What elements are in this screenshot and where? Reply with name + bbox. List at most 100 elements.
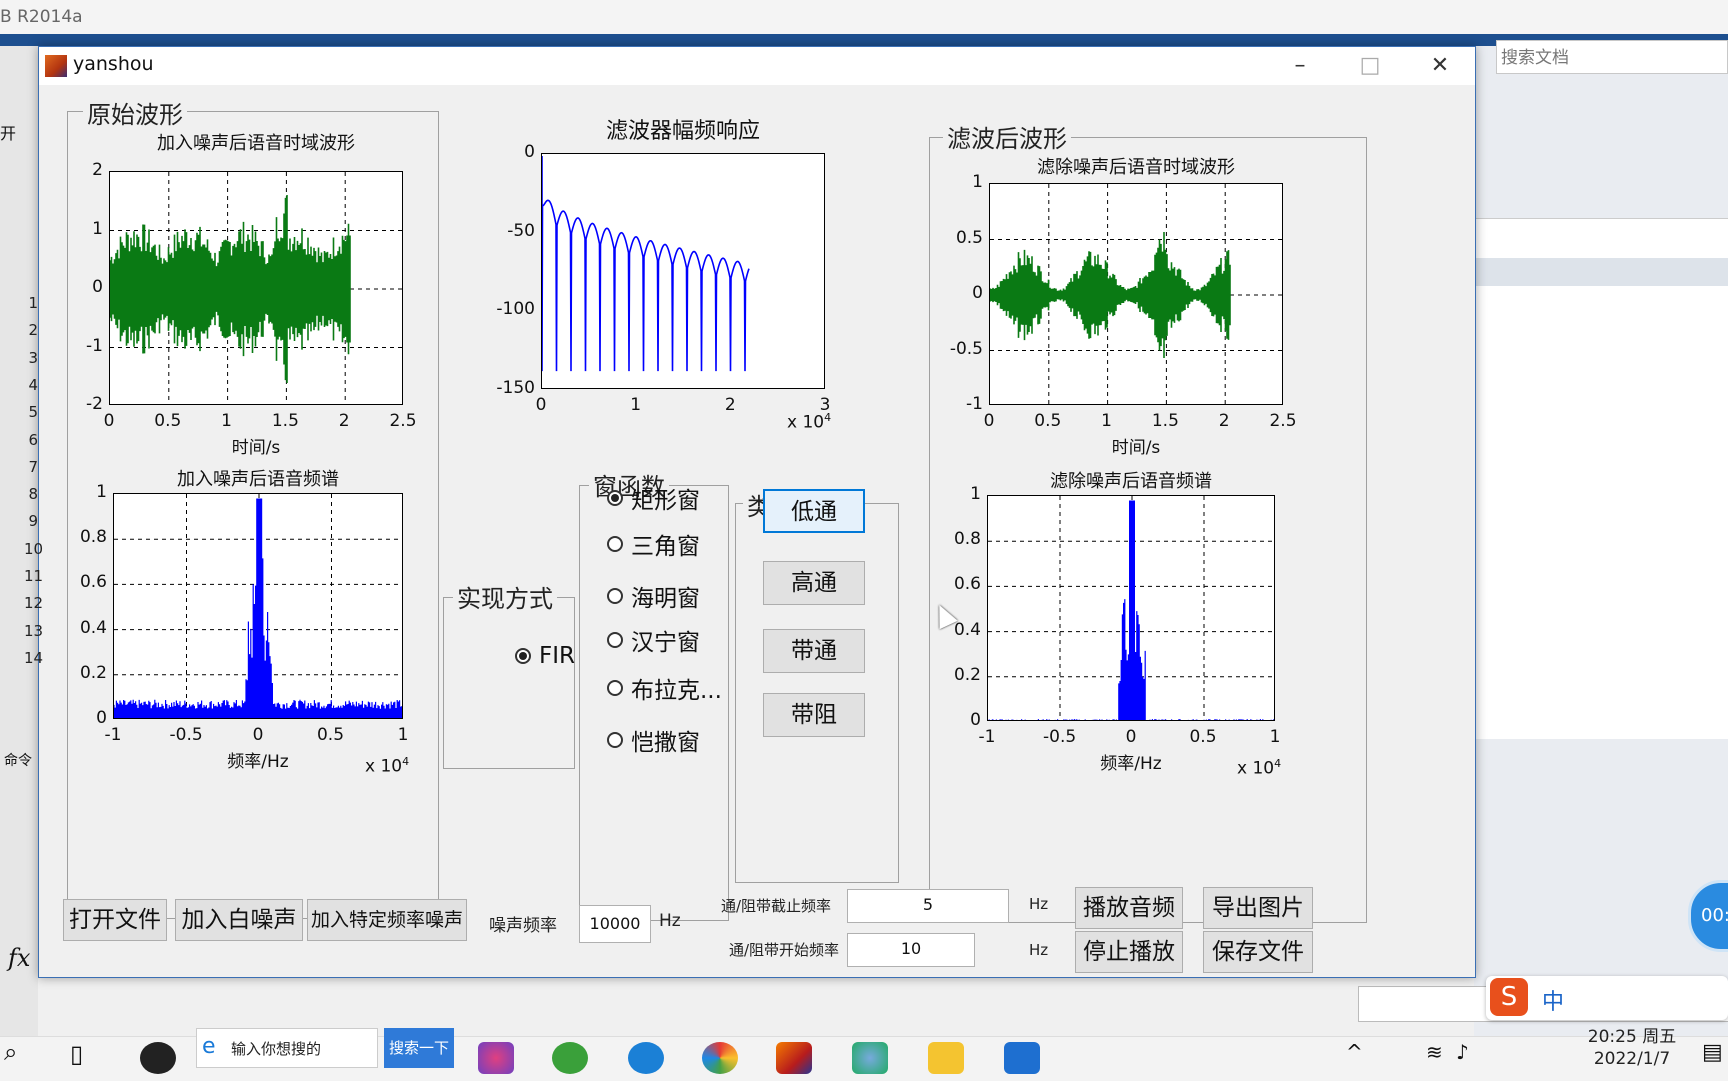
x-tick-label: -1 [978, 727, 996, 747]
x-tick-label: 2.5 [389, 411, 417, 431]
line-number: 13 [24, 621, 44, 640]
add-freq-noise-button[interactable]: 加入特定频率噪声 [307, 899, 467, 941]
x-tick-label: 0.5 [154, 411, 182, 431]
window-option[interactable]: 海明窗 [607, 579, 700, 613]
matlab-logo-icon [45, 55, 67, 77]
play-audio-button[interactable]: 播放音频 [1075, 887, 1183, 929]
ime-toolbar[interactable]: S 中 [1486, 976, 1728, 1020]
y-tick-label: 0.5 [955, 227, 983, 248]
save-file-button[interactable]: 保存文件 [1203, 931, 1313, 973]
chrome-icon[interactable] [702, 1042, 738, 1074]
line-number: 2 [28, 321, 38, 340]
browser-360-icon[interactable] [628, 1042, 664, 1074]
axes-title: 滤除噪声后语音时域波形 [1037, 157, 1235, 178]
plot-area [990, 184, 1282, 404]
start-input[interactable]: 10 [847, 933, 975, 967]
window-option[interactable]: 汉宁窗 [607, 623, 700, 657]
clock[interactable]: 20:25 周五 2022/1/7 [1572, 1026, 1692, 1070]
window-option-label: 汉宁窗 [631, 630, 700, 656]
line-number: 1 [28, 294, 38, 312]
notification-icon[interactable]: ▤ [1702, 1040, 1723, 1065]
x-exponent-power: 4 [1274, 757, 1282, 770]
radio-dot [607, 632, 623, 648]
x-tick-label: 0 [103, 411, 115, 431]
ime-mode[interactable]: 中 [1542, 984, 1564, 1016]
cutoff-unit: Hz [1029, 895, 1049, 913]
type-button[interactable]: 低通 [763, 489, 865, 533]
window-option[interactable]: 矩形窗 [607, 481, 700, 515]
start-unit: Hz [1029, 941, 1049, 959]
panel-filtered-title: 滤波后波形 [943, 119, 1071, 154]
sogou-icon[interactable]: S [1490, 978, 1528, 1016]
y-tick-label: 1 [96, 482, 107, 502]
y-tick-label: -150 [496, 378, 535, 398]
plot-area [114, 494, 402, 718]
volume-icon[interactable]: ♪ [1456, 1040, 1469, 1064]
fan-app-icon[interactable] [140, 1042, 176, 1074]
add-white-noise-button[interactable]: 加入白噪声 [175, 899, 303, 941]
x-tick-label: 0.5 [1189, 727, 1217, 747]
y-tick-label: 0 [972, 283, 983, 303]
line-number: 14 [24, 648, 44, 667]
clock-time: 20:25 周五 [1587, 1027, 1677, 1047]
panel-method-title: 实现方式 [453, 579, 557, 614]
x-tick-label: 2.5 [1269, 411, 1297, 431]
y-tick-label: 0 [524, 142, 535, 162]
data-series [542, 156, 750, 372]
x-tick-label: 1 [1101, 411, 1112, 431]
line-number: 10 [24, 539, 44, 558]
task-view-icon[interactable]: ▯ [70, 1040, 83, 1068]
maximize-button[interactable]: □ [1355, 51, 1385, 81]
window-option[interactable]: 恺撒窗 [607, 723, 700, 757]
fx-icon[interactable]: fx [8, 944, 30, 972]
line-number: 7 [28, 457, 38, 476]
browser-e-icon[interactable] [552, 1042, 588, 1074]
x-tick-label: 0 [252, 725, 264, 745]
x-axis-label: 时间/s [1111, 438, 1161, 458]
x-tick-label: -1 [104, 725, 122, 745]
window-option[interactable]: 布拉克... [607, 671, 722, 705]
axes-noisy_time [109, 171, 403, 405]
stop-audio-button[interactable]: 停止播放 [1075, 931, 1183, 973]
ie-icon: e [202, 1034, 216, 1059]
photos-icon[interactable] [1004, 1042, 1040, 1074]
window-option-label: 布拉克... [631, 678, 722, 704]
x-exponent-power: 4 [824, 411, 832, 424]
radio-dot [515, 648, 531, 664]
taskbar-search-input[interactable]: 输入你想搜的 [196, 1028, 378, 1068]
minimize-button[interactable]: – [1285, 51, 1315, 81]
window-option-label: 海明窗 [631, 586, 700, 612]
matlab-taskbar-icon[interactable] [776, 1042, 812, 1074]
x-tick-label: -0.5 [1043, 727, 1077, 747]
noise-freq-input[interactable]: 10000 [579, 905, 651, 943]
type-button[interactable]: 带阻 [763, 693, 865, 737]
radio-dot [607, 536, 623, 552]
pinned-app-icon[interactable] [478, 1042, 514, 1074]
x-tick-label: -0.5 [169, 725, 203, 745]
type-button[interactable]: 带通 [763, 629, 865, 673]
open-file-button[interactable]: 打开文件 [63, 899, 167, 941]
y-tick-label: 0.6 [79, 572, 107, 593]
radio-fir[interactable]: FIR [515, 643, 575, 669]
export-image-button[interactable]: 导出图片 [1203, 887, 1313, 929]
close-button[interactable]: ✕ [1425, 51, 1455, 81]
y-tick-label: -2 [86, 394, 103, 414]
y-tick-label: 0.8 [79, 527, 107, 548]
x-axis-label: 频率/Hz [227, 752, 289, 772]
wifi-icon[interactable]: ≋ [1426, 1040, 1443, 1064]
tray-chevron-icon[interactable]: ^ [1346, 1040, 1363, 1064]
figure-title: yanshou [73, 53, 154, 75]
window-option[interactable]: 三角窗 [607, 527, 700, 561]
cutoff-input[interactable]: 5 [847, 889, 1009, 923]
x-tick-label: 0 [535, 395, 547, 415]
file-explorer-icon[interactable] [928, 1042, 964, 1074]
x-tick-label: 2 [1218, 411, 1230, 431]
doc-search-input[interactable]: 搜索文档 [1496, 40, 1728, 74]
axes-clean_time [989, 183, 1283, 405]
workspace-header [1474, 258, 1728, 286]
taskbar-search-button[interactable]: 搜索一下 [384, 1028, 454, 1068]
cloud-app-icon[interactable] [852, 1042, 888, 1074]
search-icon[interactable]: ⌕ [4, 1038, 17, 1066]
type-button[interactable]: 高通 [763, 561, 865, 605]
x-tick-label: 0 [1125, 727, 1137, 747]
